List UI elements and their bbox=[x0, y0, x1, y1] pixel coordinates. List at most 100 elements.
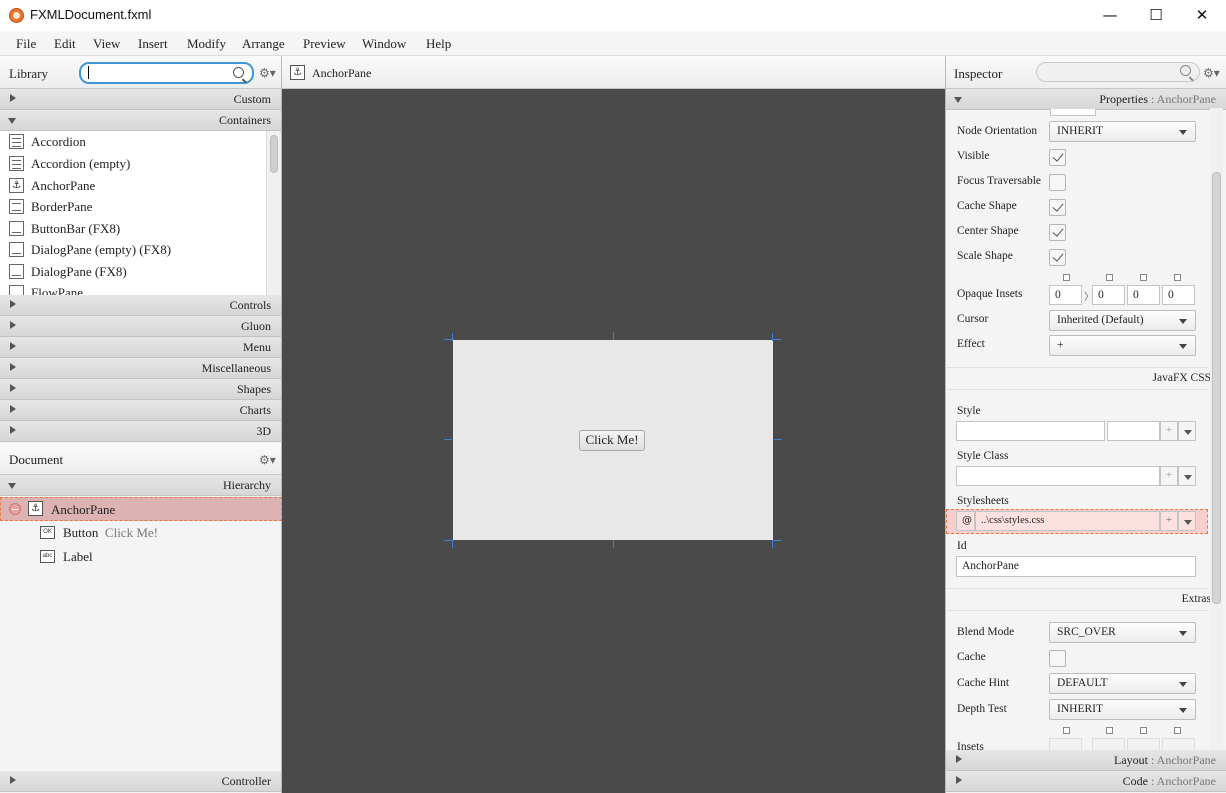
selection-handle[interactable] bbox=[452, 540, 453, 548]
breadcrumb-anchorpane[interactable]: AnchorPane bbox=[312, 66, 371, 81]
click-me-button[interactable]: Click Me! bbox=[579, 430, 645, 451]
inset-lock-checkbox[interactable] bbox=[1106, 274, 1113, 281]
inset-field[interactable] bbox=[1162, 738, 1195, 750]
cache-checkbox[interactable] bbox=[1049, 650, 1066, 667]
blend-mode-select[interactable]: SRC_OVER bbox=[1049, 622, 1196, 643]
minimize-button[interactable]: — bbox=[1087, 0, 1133, 31]
selection-handle[interactable] bbox=[772, 339, 782, 340]
menu-arrange[interactable]: Arrange bbox=[242, 36, 285, 52]
inset-field[interactable] bbox=[1127, 738, 1160, 750]
inset-lock-checkbox[interactable] bbox=[1140, 274, 1147, 281]
tree-item-label[interactable]: abc Label bbox=[0, 545, 282, 569]
layout-section[interactable]: Layout : AnchorPane bbox=[946, 750, 1226, 771]
scrollbar-thumb[interactable] bbox=[1212, 172, 1221, 604]
document-gear-icon[interactable]: ⚙▾ bbox=[259, 453, 276, 467]
library-section-gluon[interactable]: Gluon bbox=[0, 316, 281, 337]
inset-field[interactable] bbox=[1049, 738, 1082, 750]
inset-field[interactable] bbox=[1092, 738, 1125, 750]
menu-edit[interactable]: Edit bbox=[54, 36, 76, 52]
style-menu-button[interactable] bbox=[1178, 421, 1196, 441]
style-field[interactable] bbox=[956, 421, 1105, 441]
library-item-anchorpane[interactable]: ⚓ AnchorPane bbox=[0, 175, 266, 196]
inset-lock-checkbox[interactable] bbox=[1063, 274, 1070, 281]
stylesheet-menu-button[interactable] bbox=[1178, 511, 1196, 531]
code-section[interactable]: Code : AnchorPane bbox=[946, 771, 1226, 792]
library-section-3d[interactable]: 3D bbox=[0, 421, 281, 442]
selection-handle[interactable] bbox=[613, 332, 614, 340]
inset-lock-checkbox[interactable] bbox=[1174, 727, 1181, 734]
opaque-inset-right[interactable]: 0 bbox=[1092, 285, 1125, 305]
library-section-menu[interactable]: Menu bbox=[0, 337, 281, 358]
library-item-dialogpane-empty[interactable]: DialogPane (empty) (FX8) bbox=[0, 239, 266, 260]
scale-shape-checkbox[interactable] bbox=[1049, 249, 1066, 266]
cache-hint-select[interactable]: DEFAULT bbox=[1049, 673, 1196, 694]
library-item-buttonbar[interactable]: ButtonBar (FX8) bbox=[0, 218, 266, 239]
selection-handle[interactable] bbox=[452, 333, 453, 341]
library-section-shapes[interactable]: Shapes bbox=[0, 379, 281, 400]
focus-traversable-checkbox[interactable] bbox=[1049, 174, 1066, 191]
menu-help[interactable]: Help bbox=[426, 36, 451, 52]
menu-file[interactable]: File bbox=[16, 36, 36, 52]
maximize-button[interactable]: ☐ bbox=[1133, 0, 1179, 31]
library-item-dialogpane[interactable]: DialogPane (FX8) bbox=[0, 261, 266, 282]
selection-handle[interactable] bbox=[772, 540, 773, 548]
effect-select[interactable]: + bbox=[1049, 335, 1196, 356]
add-style-button[interactable]: + bbox=[1160, 421, 1178, 441]
selection-handle[interactable] bbox=[772, 333, 773, 341]
library-section-charts[interactable]: Charts bbox=[0, 400, 281, 421]
selection-handle[interactable] bbox=[772, 540, 782, 541]
inspector-gear-icon[interactable]: ⚙▾ bbox=[1203, 66, 1220, 80]
scrollbar-thumb[interactable] bbox=[270, 135, 278, 173]
library-section-custom[interactable]: Custom bbox=[0, 89, 281, 110]
style-class-field[interactable] bbox=[956, 466, 1160, 486]
opaque-inset-left[interactable]: 0 bbox=[1162, 285, 1195, 305]
center-shape-checkbox[interactable] bbox=[1049, 224, 1066, 241]
tree-item-anchorpane[interactable]: ⚓ AnchorPane bbox=[0, 497, 282, 521]
library-item-flowpane[interactable]: FlowPane bbox=[0, 282, 266, 295]
controller-section[interactable]: Controller bbox=[0, 771, 281, 792]
stylesheets-field[interactable]: ..\css\styles.css bbox=[975, 511, 1160, 531]
library-item-accordion-empty[interactable]: Accordion (empty) bbox=[0, 153, 266, 174]
node-orientation-select[interactable]: INHERIT bbox=[1049, 121, 1196, 142]
library-gear-icon[interactable]: ⚙▾ bbox=[259, 66, 276, 80]
cache-shape-checkbox[interactable] bbox=[1049, 199, 1066, 216]
opaque-inset-top[interactable]: 0 bbox=[1049, 285, 1082, 305]
inset-lock-checkbox[interactable] bbox=[1063, 727, 1070, 734]
tree-item-button[interactable]: OK Button Click Me! bbox=[0, 521, 282, 545]
library-item-borderpane[interactable]: BorderPane bbox=[0, 196, 266, 217]
selection-handle[interactable] bbox=[613, 540, 614, 548]
library-scrollbar[interactable] bbox=[266, 131, 281, 295]
menu-preview[interactable]: Preview bbox=[303, 36, 346, 52]
menu-view[interactable]: View bbox=[93, 36, 120, 52]
library-item-accordion[interactable]: Accordion bbox=[0, 131, 266, 152]
id-field[interactable]: AnchorPane bbox=[956, 556, 1196, 577]
properties-section[interactable]: Properties : AnchorPane bbox=[946, 89, 1226, 110]
hierarchy-section[interactable]: Hierarchy bbox=[0, 475, 281, 496]
selection-handle[interactable] bbox=[444, 439, 452, 440]
visible-checkbox[interactable] bbox=[1049, 149, 1066, 166]
inset-lock-checkbox[interactable] bbox=[1106, 727, 1113, 734]
library-section-miscellaneous[interactable]: Miscellaneous bbox=[0, 358, 281, 379]
inset-lock-checkbox[interactable] bbox=[1140, 727, 1147, 734]
selection-handle[interactable] bbox=[774, 439, 782, 440]
add-stylesheet-button[interactable]: + bbox=[1160, 511, 1178, 531]
inspector-search-input[interactable] bbox=[1036, 62, 1200, 82]
menu-modify[interactable]: Modify bbox=[187, 36, 226, 52]
collapse-icon[interactable] bbox=[9, 503, 21, 515]
inspector-scrollbar[interactable] bbox=[1210, 108, 1223, 758]
style-value-field[interactable] bbox=[1107, 421, 1160, 441]
depth-test-select[interactable]: INHERIT bbox=[1049, 699, 1196, 720]
menu-window[interactable]: Window bbox=[362, 36, 406, 52]
anchorpane-canvas[interactable]: Click Me! bbox=[453, 340, 773, 540]
library-search-input[interactable] bbox=[79, 62, 254, 84]
add-style-class-button[interactable]: + bbox=[1160, 466, 1178, 486]
close-button[interactable]: ✕ bbox=[1179, 0, 1225, 31]
inset-lock-checkbox[interactable] bbox=[1174, 274, 1181, 281]
opaque-inset-bottom[interactable]: 0 bbox=[1127, 285, 1160, 305]
clipped-field[interactable] bbox=[1050, 109, 1096, 116]
menu-insert[interactable]: Insert bbox=[138, 36, 168, 52]
library-section-controls[interactable]: Controls bbox=[0, 295, 281, 316]
cursor-select[interactable]: Inherited (Default) bbox=[1049, 310, 1196, 331]
style-class-menu-button[interactable] bbox=[1178, 466, 1196, 486]
library-section-containers[interactable]: Containers bbox=[0, 110, 281, 131]
